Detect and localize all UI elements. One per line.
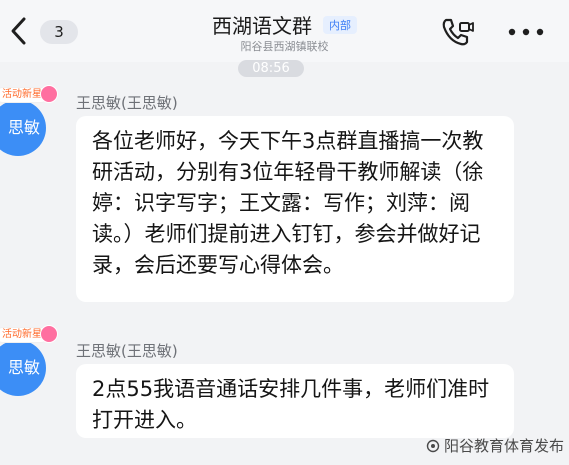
emoji-icon — [40, 325, 58, 343]
group-title: 西湖语文群 — [211, 14, 312, 38]
sender-name: 王思敏(王思敏) — [76, 94, 178, 112]
watermark-text: 阳谷教育体育发布 — [444, 437, 565, 455]
message-bubble[interactable]: 各位老师好，今天下午3点群直播搞一次教研活动，分别有3位年轻骨干教师解读（徐婷：… — [76, 116, 514, 302]
avatar[interactable]: 思敏 — [0, 340, 46, 396]
avatar[interactable]: 思敏 — [0, 100, 46, 156]
group-subtitle: 阳谷县西湖镇联校 — [240, 40, 329, 53]
internal-badge: 内部 — [323, 15, 358, 34]
chat-header: 3 西湖语文群 内部 阳谷县西湖镇联校 — [0, 0, 569, 62]
wechat-channel-icon — [426, 439, 440, 453]
message-bubble[interactable]: 2点55我语音通话安排几件事，老师们准时打开进入。 — [76, 364, 514, 438]
sender-name: 王思敏(王思敏) — [76, 342, 178, 360]
more-dots-icon[interactable] — [506, 26, 546, 38]
chat-title-row: 西湖语文群 内部 — [0, 10, 569, 39]
watermark: 阳谷教育体育发布 — [426, 435, 564, 456]
message-timestamp: 08:56 — [238, 60, 304, 77]
avatar-text: 思敏 — [7, 358, 40, 377]
video-call-icon[interactable] — [440, 17, 474, 47]
emoji-icon — [40, 85, 58, 103]
avatar-text: 思敏 — [7, 118, 40, 137]
